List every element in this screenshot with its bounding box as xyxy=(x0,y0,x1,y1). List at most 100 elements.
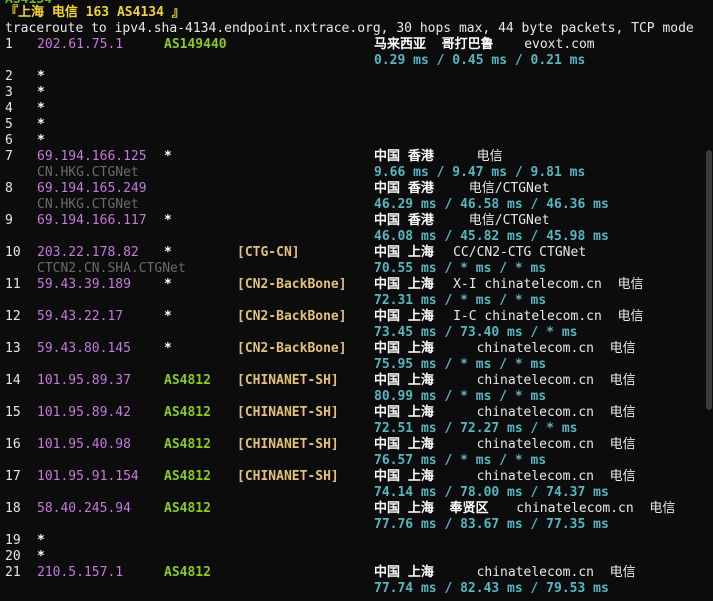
hop-geo: 中国 上海 奉贤区 xyxy=(374,501,489,516)
hop-org: CC/CN2-CTG CTGNet xyxy=(453,245,587,260)
hop-rdns: CN.HKG.CTGNet xyxy=(37,197,139,212)
hop-number: 5 xyxy=(5,117,13,132)
hop-ip: 69.194.166.117 xyxy=(37,213,147,228)
hop-org: chinatelecom.cn 电信 xyxy=(453,469,636,484)
hop-geo: 中国 上海 xyxy=(374,277,434,292)
hop-rtt: 72.51 ms / 72.27 ms / * ms xyxy=(374,421,578,436)
hop-asn: AS4812 xyxy=(164,501,211,516)
hop-geo: 马来西亚 哥打巴鲁 xyxy=(374,37,494,52)
hop-org: evoxt.com xyxy=(524,37,595,52)
hop-asn: * xyxy=(164,277,172,292)
hop-ip: 59.43.22.17 xyxy=(37,309,124,324)
terminal-window: AS4134 『上海 电信 163 AS4134 』 traceroute to… xyxy=(0,0,705,601)
hop-ip: 202.61.75.1 xyxy=(37,37,124,52)
hop-rdns: CTCN2.CN.SHA.CTGNet xyxy=(37,261,186,276)
hop-timeout: * xyxy=(37,69,45,84)
hop-network-tag: [CTG-CN] xyxy=(237,245,300,260)
hop-network-tag: [CHINANET-SH] xyxy=(237,437,339,452)
hop-rtt: 73.45 ms / 73.40 ms / * ms xyxy=(374,325,578,340)
hop-org: chinatelecom.cn 电信 xyxy=(453,565,636,580)
hop-ip: 101.95.91.154 xyxy=(37,469,139,484)
hop-rtt: 72.31 ms / * ms / * ms xyxy=(374,293,547,308)
hop-number: 21 xyxy=(5,565,21,580)
hop-rtt: 70.55 ms / * ms / * ms xyxy=(374,261,547,276)
hop-geo: 中国 上海 xyxy=(374,565,434,580)
hop-geo: 中国 香港 xyxy=(374,213,434,228)
hop-ip: 203.22.178.82 xyxy=(37,245,139,260)
hop-geo: 中国 上海 xyxy=(374,373,434,388)
hop-number: 8 xyxy=(5,181,13,196)
hop-rtt: 46.29 ms / 46.58 ms / 46.36 ms xyxy=(374,197,609,212)
hop-org: X-I chinatelecom.cn 电信 xyxy=(453,277,644,292)
hop-number: 19 xyxy=(5,533,21,548)
hop-asn: AS4812 xyxy=(164,405,211,420)
hop-number: 6 xyxy=(5,133,13,148)
scrollbar[interactable] xyxy=(705,0,713,601)
hop-asn: * xyxy=(164,213,172,228)
hop-ip: 101.95.89.37 xyxy=(37,373,131,388)
hop-geo: 中国 上海 xyxy=(374,341,434,356)
hop-rtt: 9.66 ms / 9.47 ms / 9.81 ms xyxy=(374,165,586,180)
hop-asn: * xyxy=(164,245,172,260)
hop-rtt: 77.74 ms / 82.43 ms / 79.53 ms xyxy=(374,581,609,596)
hop-org: 电信 xyxy=(453,149,503,164)
hop-asn: * xyxy=(164,309,172,324)
hop-network-tag: [CN2-BackBone] xyxy=(237,277,347,292)
hop-ip: 69.194.165.249 xyxy=(37,181,147,196)
hop-asn: * xyxy=(164,149,172,164)
hop-ip: 101.95.40.98 xyxy=(37,437,131,452)
hop-rtt: 75.95 ms / * ms / * ms xyxy=(374,357,547,372)
hop-rtt: 76.57 ms / * ms / * ms xyxy=(374,453,547,468)
hop-geo: 中国 上海 xyxy=(374,405,434,420)
hop-rtt: 74.14 ms / 78.00 ms / 74.37 ms xyxy=(374,485,609,500)
hop-org: 电信/CTGNet xyxy=(453,181,550,196)
hop-ip: 210.5.157.1 xyxy=(37,565,124,580)
hop-number: 2 xyxy=(5,69,13,84)
hop-ip: 101.95.89.42 xyxy=(37,405,131,420)
hop-geo: 中国 香港 xyxy=(374,149,434,164)
hop-number: 15 xyxy=(5,405,21,420)
hop-rtt: 77.76 ms / 83.67 ms / 77.35 ms xyxy=(374,517,609,532)
hop-ip: 58.40.245.94 xyxy=(37,501,131,516)
hop-number: 13 xyxy=(5,341,21,356)
hop-timeout: * xyxy=(37,549,45,564)
hop-timeout: * xyxy=(37,117,45,132)
hop-rtt: 80.99 ms / * ms / * ms xyxy=(374,389,547,404)
hop-ip: 59.43.80.145 xyxy=(37,341,131,356)
hop-geo: 中国 上海 xyxy=(374,309,434,324)
hop-number: 16 xyxy=(5,437,21,452)
hop-number: 1 xyxy=(5,37,13,52)
hop-number: 7 xyxy=(5,149,13,164)
hop-geo: 中国 上海 xyxy=(374,469,434,484)
hop-timeout: * xyxy=(37,133,45,148)
hop-rdns: CN.HKG.CTGNet xyxy=(37,165,139,180)
hop-number: 12 xyxy=(5,309,21,324)
hop-number: 10 xyxy=(5,245,21,260)
hop-asn: AS4812 xyxy=(164,565,211,580)
hop-number: 17 xyxy=(5,469,21,484)
hop-number: 18 xyxy=(5,501,21,516)
hop-timeout: * xyxy=(37,85,45,100)
hop-network-tag: [CN2-BackBone] xyxy=(237,309,347,324)
hop-asn: AS149440 xyxy=(164,37,227,52)
hop-asn: * xyxy=(164,341,172,356)
hop-rtt: 0.29 ms / 0.45 ms / 0.21 ms xyxy=(374,53,586,68)
hop-geo: 中国 上海 xyxy=(374,245,434,260)
hop-geo: 中国 香港 xyxy=(374,181,434,196)
hop-number: 14 xyxy=(5,373,21,388)
hop-asn: AS4812 xyxy=(164,469,211,484)
hop-timeout: * xyxy=(37,533,45,548)
hop-number: 3 xyxy=(5,85,13,100)
hop-org: 电信/CTGNet xyxy=(453,213,550,228)
hop-timeout: * xyxy=(37,101,45,116)
scrollbar-thumb[interactable] xyxy=(706,150,712,410)
hop-network-tag: [CHINANET-SH] xyxy=(237,469,339,484)
hop-rtt: 46.08 ms / 45.82 ms / 45.98 ms xyxy=(374,229,609,244)
hop-org: chinatelecom.cn 电信 xyxy=(453,405,636,420)
hop-geo: 中国 上海 xyxy=(374,437,434,452)
hop-number: 9 xyxy=(5,213,13,228)
hop-org: chinatelecom.cn 电信 xyxy=(453,437,636,452)
hop-asn: AS4812 xyxy=(164,437,211,452)
location-line: 『上海 电信 163 AS4134 』 xyxy=(5,5,185,20)
hop-asn: AS4812 xyxy=(164,373,211,388)
